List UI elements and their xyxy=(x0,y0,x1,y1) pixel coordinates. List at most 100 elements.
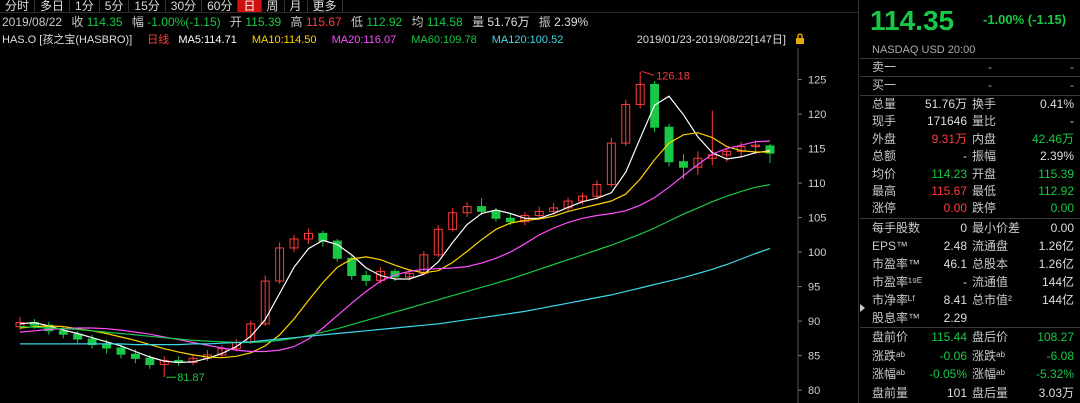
stat-value: 9.31万 xyxy=(931,131,967,146)
stat-value: 0.00 xyxy=(1050,221,1074,235)
avg-label: 均 xyxy=(411,15,424,29)
stat-label: 盘前价 xyxy=(872,330,909,344)
candle-body xyxy=(130,353,140,359)
stat-label: 流通值 xyxy=(972,275,1009,289)
stat-value: - xyxy=(963,149,967,164)
stat-label: 总股本 xyxy=(972,257,1009,271)
expand-arrow-icon[interactable] xyxy=(860,304,865,312)
stat-value: 2.29 xyxy=(943,311,967,325)
stat-label: 换手 xyxy=(972,97,997,111)
buy1-row: 买一 - - xyxy=(860,77,1080,94)
period-tab-1[interactable]: 多日 xyxy=(35,0,71,12)
period-tab-7[interactable]: 日 xyxy=(238,0,262,12)
period-tab-8[interactable]: 周 xyxy=(262,0,285,12)
stat-label: 总市值² xyxy=(972,293,1012,307)
kline-chart[interactable]: 80 85 90 95 100 105 110 115 120 125 126.18 81.87 xyxy=(0,48,858,403)
low-value: 112.92 xyxy=(366,15,403,29)
stat-label: 市盈率™ xyxy=(872,257,921,271)
ma-line-ma5 xyxy=(19,95,771,364)
stat-label: 总额 xyxy=(872,149,897,164)
ma5-label: MA5:114.71 xyxy=(178,34,237,46)
period-tab-3[interactable]: 5分 xyxy=(100,0,130,12)
stat-value: 144亿 xyxy=(1041,293,1074,307)
stat-value: 2.39% xyxy=(1039,149,1074,164)
stat-row: 涨停 0.00 跌停 0.00 xyxy=(860,199,1080,217)
period-tab-4[interactable]: 15分 xyxy=(129,0,166,12)
stat-label: 均价 xyxy=(872,166,897,181)
y-tick-label: 95 xyxy=(808,282,820,294)
sell1-price: - xyxy=(988,60,992,74)
stat-label: 现手 xyxy=(872,114,897,129)
stat-value: 46.1 xyxy=(943,257,967,271)
period-tab-9[interactable]: 月 xyxy=(285,0,308,12)
stat-label: 振幅 xyxy=(972,149,997,164)
stat-value: -0.05% xyxy=(928,367,967,381)
ma10-label: MA10:114.50 xyxy=(251,34,317,46)
stat-value: 0.00 xyxy=(943,201,967,216)
stat-value: 42.46万 xyxy=(1031,131,1074,146)
stat-label: 外盘 xyxy=(872,131,897,146)
stat-label: 涨停 xyxy=(872,201,897,216)
high-annotation: 126.18 xyxy=(656,70,690,82)
stat-value: 1.26亿 xyxy=(1038,239,1074,253)
candle-body xyxy=(664,126,674,163)
ma120-label: MA120:100.52 xyxy=(491,34,564,46)
stat-value: 101 xyxy=(946,385,967,400)
stat-row: 市盈率¹⁹ᴱ - 流通值 144亿 xyxy=(860,273,1080,291)
stat-label: 盘后量 xyxy=(972,385,1009,400)
stat-label: 盘前量 xyxy=(872,385,909,400)
stat-value: 171646 xyxy=(926,114,967,129)
period-tab-6[interactable]: 60分 xyxy=(202,0,239,12)
y-tick-label: 80 xyxy=(808,385,820,397)
volume-value: 51.76万 xyxy=(487,15,530,29)
buy1-price: - xyxy=(988,78,992,92)
stat-value: 115.67 xyxy=(931,184,967,198)
stat-row: 盘前量 101 盘后量 3.03万 xyxy=(860,384,1080,402)
stat-row: 盘前价 115.44 盘后价 108.27 xyxy=(860,328,1080,346)
stat-label: 总量 xyxy=(872,97,897,111)
lock-icon[interactable] xyxy=(794,33,806,45)
y-tick-label: 105 xyxy=(808,213,826,225)
stat-row: 现手 171646 量比 - xyxy=(860,112,1080,130)
candle-body xyxy=(505,217,515,223)
stat-label: 量比 xyxy=(972,114,997,129)
stat-label: 流通盘 xyxy=(972,239,1009,253)
period-tab-0[interactable]: 分时 xyxy=(0,0,36,12)
period-tab-5[interactable]: 30分 xyxy=(166,0,203,12)
stat-row: 股息率™ 2.29 xyxy=(860,309,1080,327)
close-value: 114.35 xyxy=(86,15,123,29)
ma-line-ma10 xyxy=(19,132,770,359)
stat-value: -0.06 xyxy=(939,348,967,363)
volume-label: 量 xyxy=(472,15,485,29)
quote-date: 2019/08/22 xyxy=(2,15,63,29)
candle-body xyxy=(361,275,371,281)
stat-value: -5.32% xyxy=(1035,367,1074,381)
period-tab-10[interactable]: 更多 xyxy=(308,0,343,12)
candle-body xyxy=(678,161,688,168)
stat-label: 涨跌ᵃᵇ xyxy=(872,348,905,363)
quote-line: 2019/08/22 收 114.35 幅 -1.00%(-1.15) 开 11… xyxy=(2,14,594,30)
stat-label: 最小价差 xyxy=(972,221,1021,235)
ma-line-ma120 xyxy=(20,247,771,346)
candle-body xyxy=(477,206,487,212)
period-label: 日线 xyxy=(147,34,170,46)
stat-label: 股息率™ xyxy=(872,311,921,325)
y-tick-label: 115 xyxy=(808,144,826,156)
stat-label: 涨跌ᵃᵇ xyxy=(972,348,1005,363)
stat-value: 0.00 xyxy=(1050,201,1074,216)
buy1-label: 买一 xyxy=(872,78,897,92)
stat-value: 108.27 xyxy=(1037,330,1074,344)
date-range: 2019/01/23-2019/08/22[147日] xyxy=(636,34,786,46)
stat-row: 最高 115.67 最低 112.92 xyxy=(860,182,1080,200)
open-label: 开 xyxy=(230,15,243,29)
period-toolbar: 分时多日1分5分15分30分60分日周月更多前复权叠加画线工具帮助F9隐藏 xyxy=(0,0,1080,403)
stat-row: 总量 51.76万 换手 0.41% xyxy=(860,95,1080,113)
stat-row: 涨跌ᵃᵇ -0.06 涨跌ᵃᵇ -6.08 xyxy=(860,347,1080,365)
low-annotation: 81.87 xyxy=(177,372,205,384)
avg-value: 114.58 xyxy=(426,15,463,29)
y-tick-label: 120 xyxy=(808,109,826,121)
period-tab-2[interactable]: 1分 xyxy=(70,0,100,12)
chart-pane: 分时多日1分5分15分30分60分日周月更多前复权叠加画线工具帮助F9隐藏 20… xyxy=(0,0,1080,403)
ma-line-ma60 xyxy=(19,184,771,344)
stat-row: 市盈率™ 46.1 总股本 1.26亿 xyxy=(860,255,1080,273)
